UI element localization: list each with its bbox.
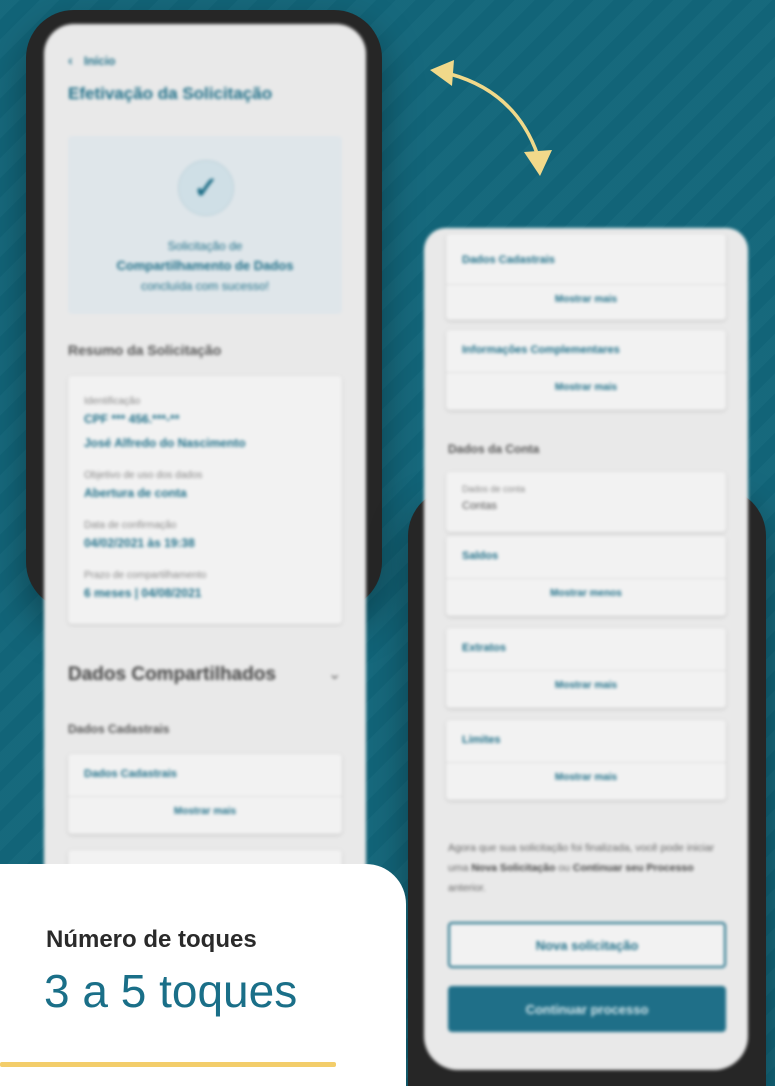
registration-data-heading: Dados Cadastrais [68,722,170,736]
show-more-link[interactable]: Mostrar mais [446,382,726,393]
show-more-link[interactable]: Mostrar mais [68,806,342,817]
success-line-2: Compartilhamento de Dados [116,258,294,273]
taps-value: 3 a 5 toques [44,965,298,1017]
data-card: Saldos Mostrar menos [446,536,726,616]
card-title: Informações Complementares [462,344,620,356]
check-icon: ✓ [178,160,234,216]
data-card: Informações Complementares Mostrar mais [446,330,726,410]
summary-value-cpf: CPF *** 456.***-** [84,412,180,426]
account-card: Dados de conta Contas [446,472,726,532]
card-title: Saldos [462,550,499,562]
data-card: Limites Mostrar mais [446,720,726,800]
summary-card: Identificação CPF *** 456.***-** José Al… [68,376,342,624]
card-divider [446,372,726,373]
card-divider [446,670,726,671]
chevron-left-icon: ‹ [68,52,73,68]
completion-message-suffix: anterior. [448,882,486,894]
account-label: Dados de conta [462,484,526,494]
completion-message: Agora que sua solicitação foi finalizada… [448,838,728,898]
summary-label-period: Prazo de compartilhamento [84,570,207,581]
success-card: ✓ Solicitação de Compartilhamento de Dad… [68,136,342,314]
taps-label: Número de toques [46,926,257,953]
new-request-button[interactable]: Nova solicitação [448,922,726,968]
card-title: Dados Cadastrais [84,768,177,780]
show-more-link[interactable]: Mostrar mais [446,294,726,305]
summary-value-name: José Alfredo do Nascimento [84,436,246,450]
card-title: Limites [462,734,501,746]
summary-heading: Resumo da Solicitação [68,342,222,358]
completion-message-new-request: Nova Solicitação [471,862,556,874]
completion-message-continue: Continuar seu Processo [572,862,694,874]
success-line-3: concluída com sucesso! [140,279,270,293]
card-divider [446,284,726,285]
summary-label-purpose: Objetivo de uso dos dados [84,470,203,481]
completion-message-middle: ou [555,862,573,874]
show-more-link[interactable]: Mostrar mais [446,772,726,783]
summary-value-confirmation: 04/02/2021 às 19:38 [84,536,195,550]
success-line-1: Solicitação de [167,239,243,253]
page-title: Efetivação da Solicitação [68,84,273,103]
swap-arrow-icon [430,60,552,176]
back-button[interactable]: ‹ Início [68,52,115,68]
card-divider [446,762,726,763]
shared-data-heading: Dados Compartilhados [68,664,276,685]
card-divider [446,578,726,579]
data-card: Dados Cadastrais Mostrar mais [68,754,342,834]
show-less-link[interactable]: Mostrar menos [446,588,726,599]
summary-value-purpose: Abertura de conta [84,486,187,500]
success-message: Solicitação de Compartilhamento de Dados… [68,236,342,296]
summary-label-identification: Identificação [84,396,141,407]
info-card: Número de toques 3 a 5 toques [0,864,406,1086]
account-value: Contas [462,500,497,512]
card-divider [68,796,342,797]
summary-value-period: 6 meses | 04/08/2021 [84,586,202,600]
data-card: Extratos Mostrar mais [446,628,726,708]
summary-label-confirmation: Data de confirmação [84,520,177,531]
show-more-link[interactable]: Mostrar mais [446,680,726,691]
data-card: Dados Cadastrais Mostrar mais [446,234,726,320]
account-data-heading: Dados da Conta [448,442,540,456]
chevron-down-icon[interactable]: ⌄ [328,664,341,684]
back-label: Início [84,54,116,68]
continue-process-button[interactable]: Continuar processo [448,986,726,1032]
card-title: Dados Cadastrais [462,254,555,266]
right-phone-screen: Dados Cadastrais Mostrar mais Informaçõe… [424,228,748,1070]
card-title: Extratos [462,642,507,654]
accent-underline [0,1062,336,1067]
